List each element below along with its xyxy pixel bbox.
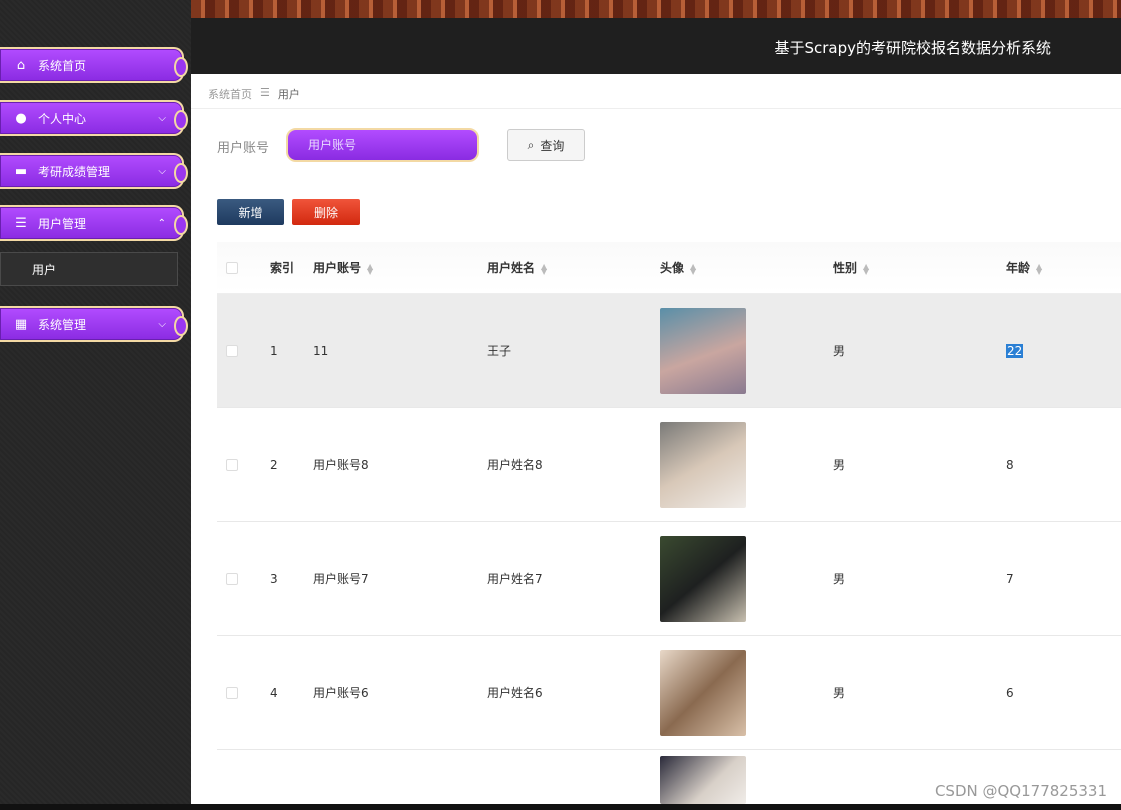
table-row[interactable]: 4 用户账号6 用户姓名6 男 6 (217, 636, 1121, 750)
cell-name: 用户姓名8 (487, 458, 543, 472)
cell-index: 3 (270, 571, 278, 586)
sidebar-item-users[interactable]: ☰ 用户管理 ⌃ (0, 205, 188, 241)
app-title: 基于Scrapy的考研院校报名数据分析系统 (774, 39, 1051, 57)
breadcrumb-separator-icon: ☰ (260, 86, 270, 99)
col-avatar[interactable]: 头像 ▲ ▼ (660, 259, 833, 276)
table-row[interactable]: 1 11 王子 男 22 (217, 294, 1121, 408)
col-account[interactable]: 用户账号 ▲ ▼ (313, 259, 487, 276)
col-name[interactable]: 用户姓名 ▲ ▼ (487, 259, 660, 276)
search-label: 用户账号 (217, 141, 270, 156)
cell-sex: 男 (833, 572, 846, 586)
home-icon: ⌂ (16, 57, 26, 73)
chevron-up-icon: ⌃ (157, 217, 166, 229)
breadcrumb-home[interactable]: 系统首页 (208, 86, 252, 102)
breadcrumb-current: 用户 (277, 88, 300, 101)
col-index: 索引 (270, 261, 295, 275)
cell-sex: 男 (833, 686, 846, 700)
avatar (660, 649, 746, 736)
sort-icon[interactable]: ▲ ▼ (690, 262, 696, 275)
table-header: 索引 用户账号 ▲ ▼ 用户姓名 ▲ ▼ 头像 ▲ ▼ 性别 ▲ ▼ 年龄 ▲ ▼ (217, 242, 1121, 294)
sidebar-item-label: 考研成绩管理 (38, 164, 111, 179)
table-row[interactable]: 3 用户账号7 用户姓名7 男 7 (217, 522, 1121, 636)
sort-icon[interactable]: ▲ ▼ (863, 262, 869, 275)
cell-name: 用户姓名7 (487, 572, 543, 586)
chevron-down-icon: ⌵ (158, 112, 166, 124)
sidebar-item-scores[interactable]: ▬ 考研成绩管理 ⌵ (0, 153, 188, 189)
avatar (660, 307, 746, 394)
briefcase-icon: ▬ (14, 163, 28, 179)
chevron-down-icon: ⌵ (158, 318, 166, 330)
avatar (660, 421, 746, 508)
cell-age: 6 (1006, 685, 1014, 700)
bottom-bar (0, 804, 1121, 810)
sidebar-item-label: 用户管理 (38, 216, 87, 231)
row-checkbox[interactable] (226, 572, 238, 585)
col-sex[interactable]: 性别 ▲ ▼ (833, 259, 1006, 276)
cell-age: 22 (1006, 343, 1024, 358)
col-avatar-label: 头像 (660, 261, 685, 275)
add-button[interactable]: 新增 (217, 199, 284, 225)
row-checkbox[interactable] (226, 686, 238, 699)
cell-age: 7 (1006, 571, 1014, 586)
search-icon: ⌕ (527, 137, 535, 152)
breadcrumb: 系统首页 ☰ 用户 (208, 86, 300, 102)
sidebar-item-label: 系统首页 (38, 58, 87, 73)
cell-age: 8 (1006, 457, 1014, 472)
sidebar-item-home[interactable]: ⌂ 系统首页 (0, 47, 188, 83)
sort-icon[interactable]: ▲ ▼ (1036, 262, 1042, 275)
avatar (660, 756, 746, 804)
cell-sex: 男 (833, 458, 846, 472)
sidebar-item-system[interactable]: ▦ 系统管理 ⌵ (0, 306, 188, 342)
chevron-down-icon: ⌵ (158, 165, 166, 177)
cell-index: 1 (270, 343, 278, 358)
col-age-label: 年龄 (1006, 261, 1031, 275)
list-icon: ☰ (15, 215, 27, 231)
search-button[interactable]: ⌕ 查询 (507, 129, 585, 161)
sort-icon[interactable]: ▲ ▼ (541, 262, 547, 275)
divider (191, 108, 1121, 109)
users-table: 索引 用户账号 ▲ ▼ 用户姓名 ▲ ▼ 头像 ▲ ▼ 性别 ▲ ▼ 年龄 ▲ ▼ 1 11 王子 … (217, 242, 1121, 810)
cell-name: 王子 (487, 344, 512, 358)
col-name-label: 用户姓名 (487, 261, 536, 275)
cell-sex: 男 (833, 344, 846, 358)
col-sex-label: 性别 (833, 261, 858, 275)
delete-button[interactable]: 删除 (292, 199, 360, 225)
cell-account: 用户账号8 (313, 458, 369, 472)
table-row[interactable]: 2 用户账号8 用户姓名8 男 8 (217, 408, 1121, 522)
cell-account: 11 (313, 343, 329, 358)
row-checkbox[interactable] (226, 344, 238, 357)
user-icon: ● (15, 110, 27, 126)
cell-index: 2 (270, 457, 278, 472)
grid-icon: ▦ (14, 316, 28, 332)
watermark: CSDN @QQ177825331 (934, 782, 1107, 800)
col-account-label: 用户账号 (313, 261, 362, 275)
avatar (660, 535, 746, 622)
row-checkbox[interactable] (226, 458, 238, 471)
sidebar-item-label: 系统管理 (38, 317, 87, 332)
search-button-label: 查询 (540, 138, 565, 153)
top-header: 基于Scrapy的考研院校报名数据分析系统 (191, 0, 1121, 74)
table-row[interactable] (217, 750, 1121, 810)
col-age[interactable]: 年龄 ▲ ▼ (1006, 259, 1121, 276)
sort-icon[interactable]: ▲ ▼ (367, 262, 373, 275)
cell-account: 用户账号6 (313, 686, 369, 700)
cell-account: 用户账号7 (313, 572, 369, 586)
search-input[interactable] (286, 128, 479, 162)
sidebar-item-label: 个人中心 (38, 111, 87, 126)
sidebar-item-profile[interactable]: ● 个人中心 ⌵ (0, 100, 188, 136)
cell-index: 4 (270, 685, 278, 700)
sidebar-subitem-user[interactable]: 用户 (0, 252, 178, 286)
cell-name: 用户姓名6 (487, 686, 543, 700)
select-all-checkbox[interactable] (226, 261, 238, 274)
sidebar: ⌂ 系统首页 ● 个人中心 ⌵ ▬ 考研成绩管理 ⌵ ☰ 用户管理 ⌃ 用户 ▦… (0, 0, 191, 810)
header-decoration (191, 0, 1121, 18)
